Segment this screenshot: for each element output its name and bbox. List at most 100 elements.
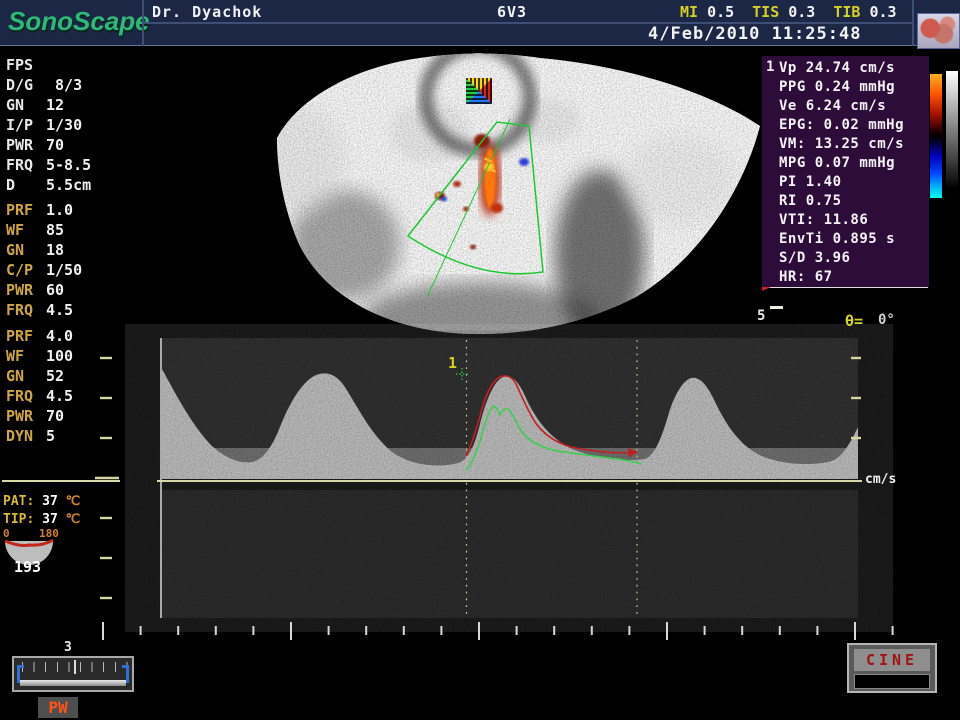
angle-value: 0° [878,312,895,328]
param-label: PRF [6,201,46,219]
params-color: PRF1.0 WF85 GN18 C/P1/50 PWR60 FRQ4.5 [6,201,116,321]
temp-label: TIP: [3,512,34,527]
param-value: 100 [46,347,73,365]
measurement-row: HR: 67 [779,268,904,287]
patient-temp: PAT: 37 ℃ [3,494,80,509]
cine-position-label: 3 [64,640,72,655]
temp-label: PAT: [3,494,34,509]
acoustic-index: TIB 0.3 [833,3,896,21]
param-value: 5-8.5 [46,156,91,174]
measurement-marker: 1 [766,59,774,75]
gauge-min-label: 0 [3,527,10,540]
measurement-row: EPG: 0.02 mmHg [779,116,904,135]
param-row: D/G 8/3 [6,76,116,96]
param-row: PRF1.0 [6,201,116,221]
measurement-row: S/D 3.96 [779,249,904,268]
param-row: I/P1/30 [6,116,116,136]
velocity-scale-label: 5 [757,308,765,324]
index-label: TIS [752,3,779,21]
top-status-bar: SonoScape Dr. Dyachok 6V3 MI 0.5 TIS 0.3 T… [0,0,960,46]
param-row: PRF4.0 [6,327,116,347]
param-value: 70 [46,136,64,154]
tip-temp: TIP: 37 ℃ [3,512,80,527]
acoustic-indices: MI 0.5 TIS 0.3 TIB 0.3 [680,3,897,21]
measurement-panel: 1 Vp 24.74 cm/s PPG 0.24 mmHg Ve 6.24 cm… [762,56,929,287]
probe-name: 6V3 [497,3,527,21]
measurement-row: MPG 0.07 mmHg [779,154,904,173]
grayscale-colorbar [946,71,958,189]
param-row: D5.5cm [6,176,116,196]
param-row: PWR70 [6,136,116,156]
index-value: 0.3 [788,3,815,21]
gauge-value: 193 [14,558,41,576]
cine-button-label[interactable]: CINE [854,649,930,671]
param-label: PWR [6,407,46,425]
orientation-marker-icon [466,78,492,104]
measurement-row: Vp 24.74 cm/s [779,59,904,78]
measurement-row: PI 1.40 [779,173,904,192]
param-row: GN12 [6,96,116,116]
param-label: I/P [6,116,46,134]
measurement-row: VM: 13.25 cm/s [779,135,904,154]
param-value: 70 [46,407,64,425]
param-row: FPS [6,56,116,76]
param-value: 1/30 [46,116,82,134]
index-value: 0.3 [869,3,896,21]
param-row: GN18 [6,241,116,261]
velocity-unit-label: cm/s [865,472,896,487]
param-value: 12 [46,96,64,114]
param-value: 8/3 [46,76,82,94]
param-value: 85 [46,221,64,239]
scrollbar-thumb[interactable] [20,680,126,686]
param-value: 1/50 [46,261,82,279]
param-label: WF [6,221,46,239]
body-marker-icon[interactable] [917,13,960,49]
param-row: FRQ4.5 [6,387,116,407]
param-label: PRF [6,327,46,345]
param-label: WF [6,347,46,365]
doctor-name: Dr. Dyachok [152,3,262,21]
param-row: WF100 [6,347,116,367]
param-label: D [6,176,46,194]
param-value: 1.0 [46,201,73,219]
temp-value: 37 [42,512,58,527]
cine-scrollbar[interactable] [12,656,134,692]
measurement-row: EnvTi 0.895 s [779,230,904,249]
param-label: PWR [6,136,46,154]
param-value: 52 [46,367,64,385]
params-2d: FPS D/G 8/3 GN12 I/P1/30 PWR70 FRQ5-8.5 … [6,56,116,196]
temp-value: 37 [42,494,58,509]
cine-button[interactable]: CINE [847,643,937,693]
cine-button-display [854,674,930,689]
param-label: DYN [6,427,46,445]
param-label: GN [6,241,46,259]
velocity-scale-bar-icon [770,306,783,309]
gauge-max-label: 180 [39,527,59,540]
param-row: DYN5 [6,427,116,447]
brand-logo: SonoScape [8,6,150,37]
index-value: 0.5 [707,3,734,21]
param-value: 18 [46,241,64,259]
param-label: FRQ [6,387,46,405]
temp-unit: ℃ [66,494,81,509]
param-row: GN52 [6,367,116,387]
measurement-row: PPG 0.24 mmHg [779,78,904,97]
bmode-fan-image [230,45,775,362]
param-value: 4.5 [46,387,73,405]
index-label: MI [680,3,698,21]
param-row: C/P1/50 [6,261,116,281]
acoustic-index: TIS 0.3 [752,3,815,21]
param-label: FRQ [6,301,46,319]
param-label: D/G [6,76,46,94]
acoustic-index: MI 0.5 [680,3,734,21]
param-row: WF85 [6,221,116,241]
param-label: GN [6,367,46,385]
index-label: TIB [833,3,860,21]
param-label: PWR [6,281,46,299]
ultrasound-screen: SonoScape Dr. Dyachok 6V3 MI 0.5 TIS 0.3 T… [0,0,960,720]
time-ruler [103,622,893,640]
mode-pw-button[interactable]: PW [38,697,78,718]
param-value: 4.5 [46,301,73,319]
measurement-row: RI 0.75 [779,192,904,211]
param-label: FRQ [6,156,46,174]
